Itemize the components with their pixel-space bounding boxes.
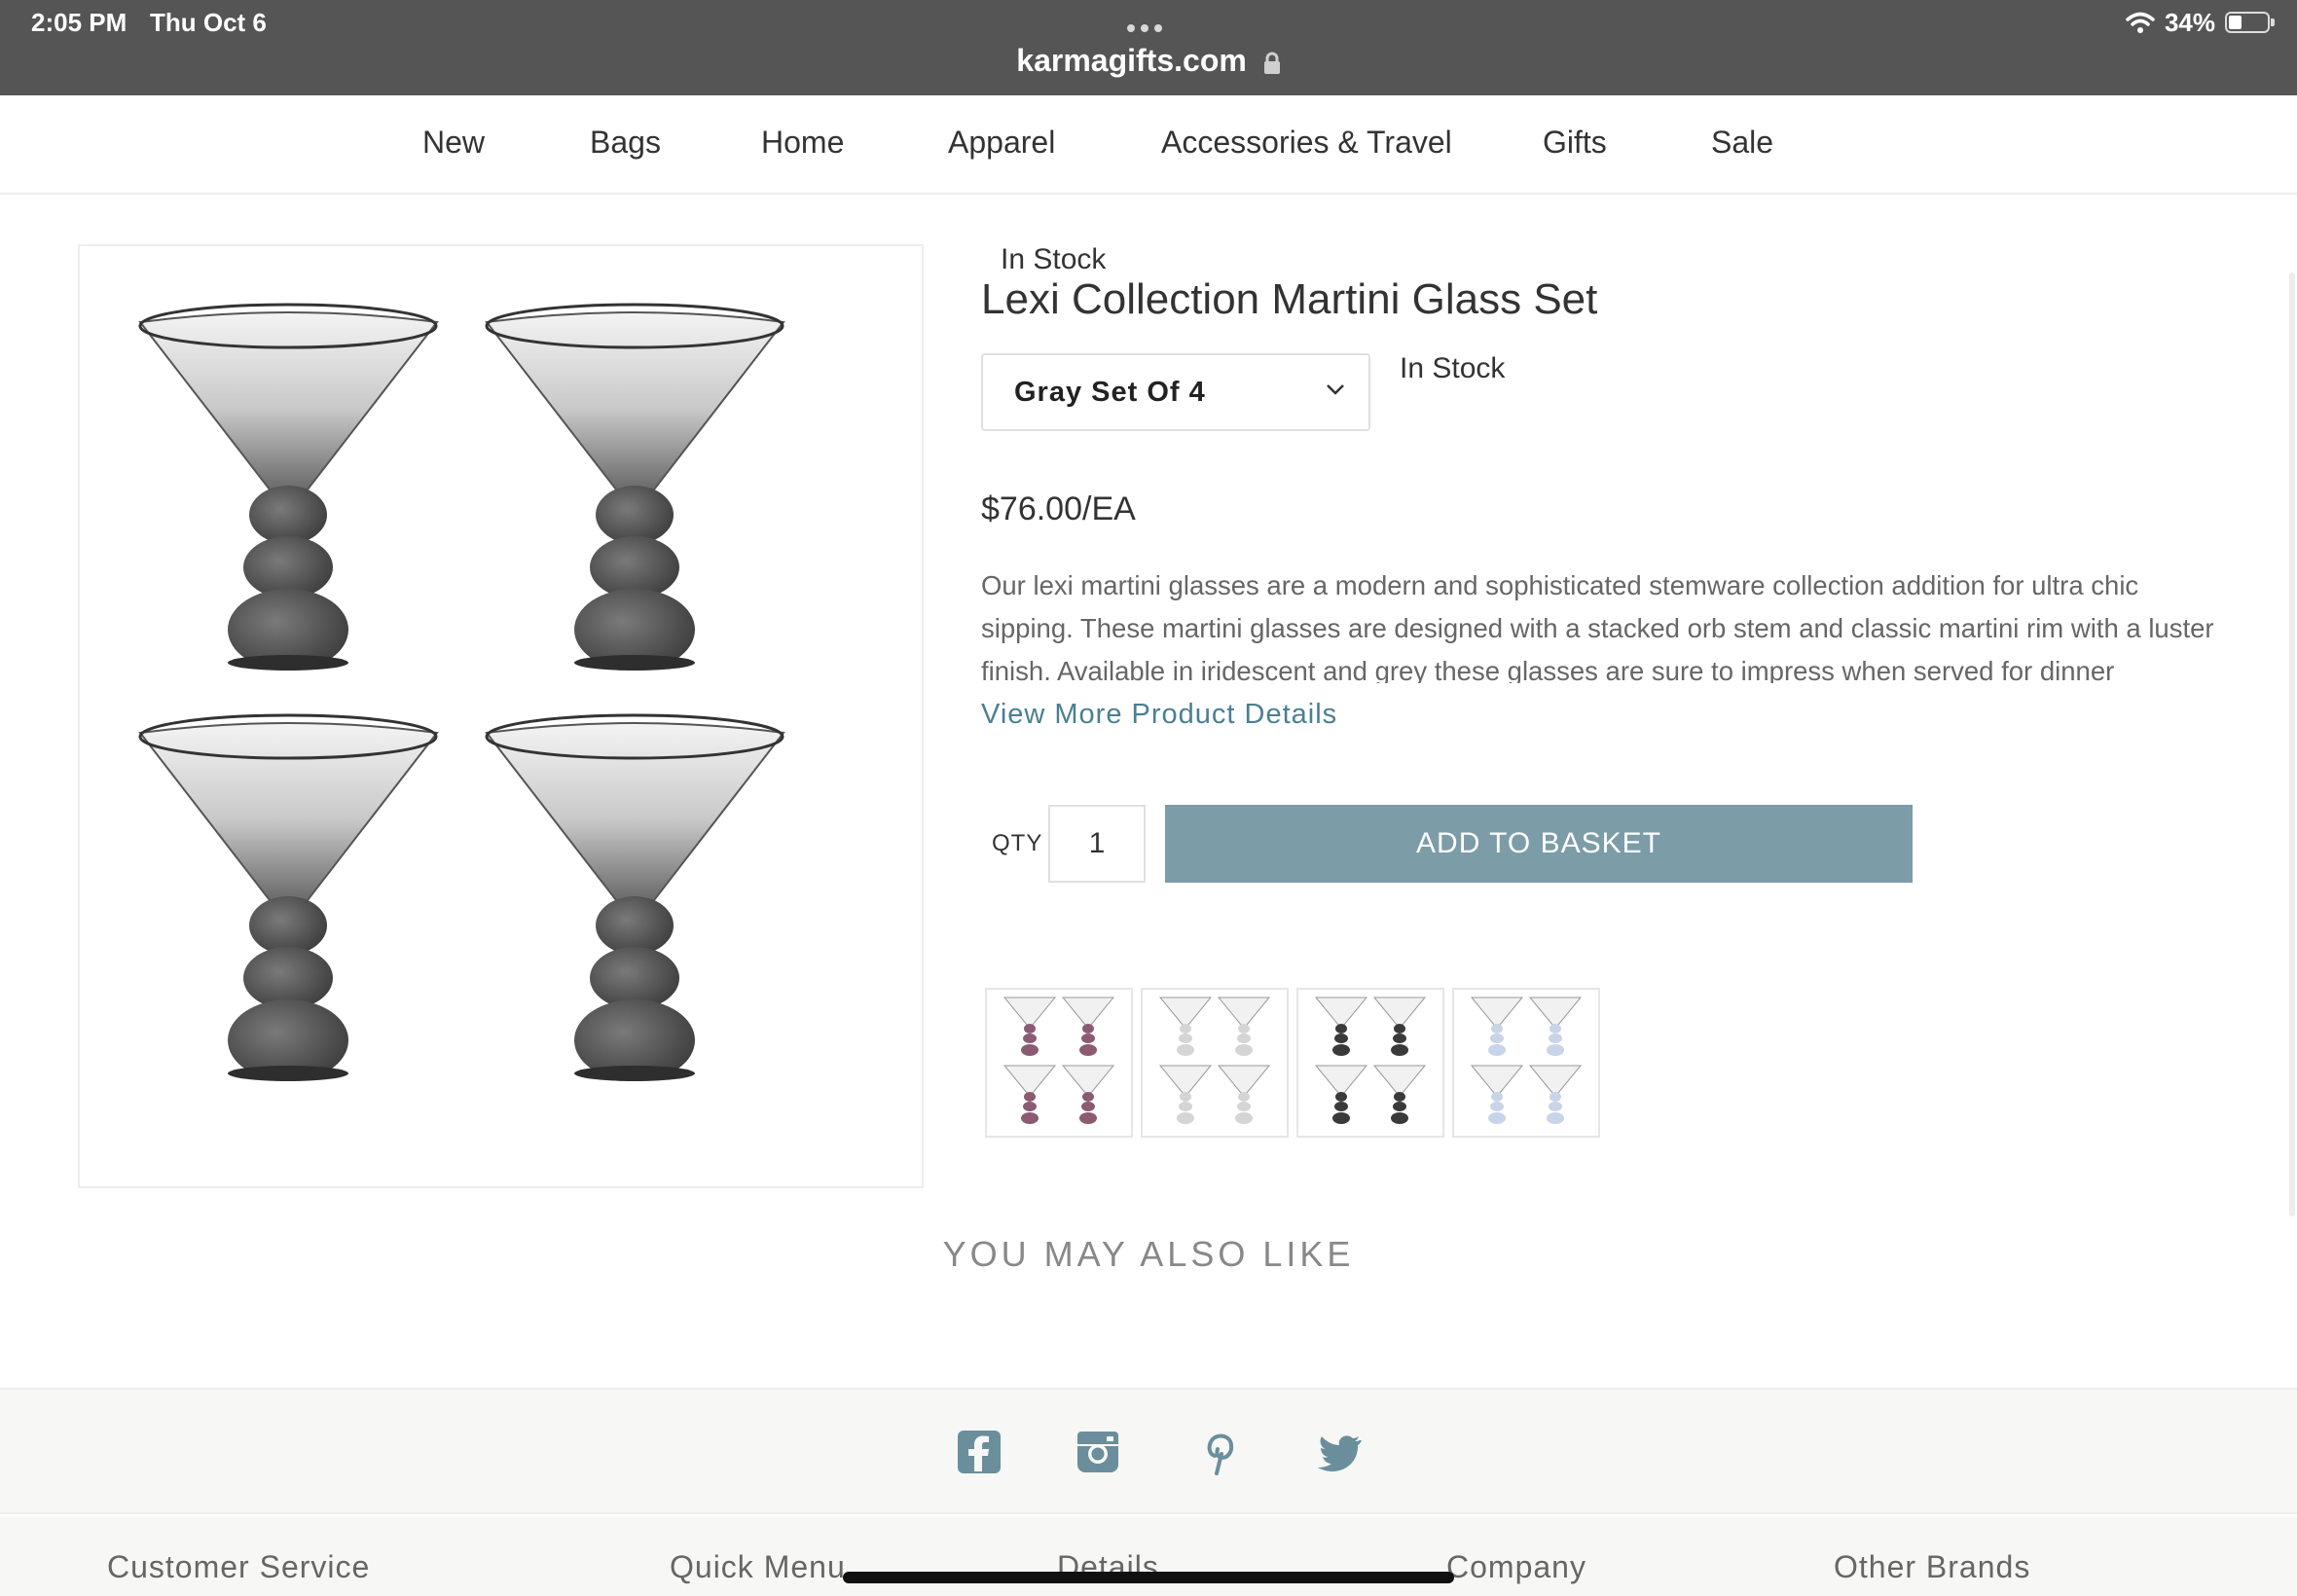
nav-item-bags[interactable]: Bags <box>590 125 661 161</box>
twitter-icon[interactable] <box>1316 1429 1363 1475</box>
footer-link-company[interactable]: Company <box>1446 1549 1586 1585</box>
nav-item-home[interactable]: Home <box>761 125 844 161</box>
chevron-down-icon <box>1327 384 1344 395</box>
nav-item-sale[interactable]: Sale <box>1711 125 1773 161</box>
product-title: Lexi Collection Martini Glass Set <box>981 275 1598 323</box>
multitasking-dots-icon[interactable] <box>1127 19 1170 32</box>
main-nav: New Bags Home Apparel Accessories & Trav… <box>0 95 2297 195</box>
lock-icon <box>1263 52 1280 74</box>
status-time: 2:05 PM <box>31 8 128 37</box>
footer-link-customer-service[interactable]: Customer Service <box>107 1549 370 1585</box>
stock-status: In Stock <box>1400 352 1506 384</box>
product-main-image[interactable] <box>78 244 924 1188</box>
page-scrollbar[interactable] <box>2289 272 2295 1216</box>
you-may-also-like-heading: YOU MAY ALSO LIKE <box>942 1234 1355 1274</box>
thumbnail-iridescent[interactable] <box>1452 988 1600 1138</box>
add-to-basket-button[interactable]: ADD TO BASKET <box>1165 805 1913 883</box>
martini-glasses-image <box>138 303 785 1083</box>
thumbnail-clear[interactable] <box>1141 988 1289 1138</box>
nav-item-accessories-travel[interactable]: Accessories & Travel <box>1161 125 1452 161</box>
url-text: karmagifts.com <box>1016 43 1247 78</box>
thumbnail-pink[interactable] <box>985 988 1133 1138</box>
product-price: $76.00/EA <box>981 490 1136 527</box>
home-indicator[interactable] <box>843 1572 1454 1583</box>
footer-links: Customer Service Quick Menu Details Comp… <box>0 1516 2297 1596</box>
qty-label: QTY <box>992 830 1043 856</box>
nav-item-apparel[interactable]: Apparel <box>948 125 1055 161</box>
status-right: 34% <box>2126 7 2275 37</box>
address-bar[interactable]: karmagifts.com <box>0 43 2297 79</box>
product-description: Our lexi martini glasses are a modern an… <box>981 570 2214 683</box>
nav-item-gifts[interactable]: Gifts <box>1543 125 1607 161</box>
wifi-icon <box>2126 12 2155 33</box>
variant-selected-value: Gray Set Of 4 <box>1014 377 1206 408</box>
footer-link-other-brands[interactable]: Other Brands <box>1834 1549 2030 1585</box>
facebook-icon[interactable] <box>956 1429 1003 1475</box>
stock-status-top: In Stock <box>1001 243 1107 275</box>
browser-status-bar: 2:05 PM Thu Oct 6 karmagifts.com 34% <box>0 0 2297 95</box>
pinterest-icon[interactable] <box>1195 1429 1242 1475</box>
nav-item-new[interactable]: New <box>422 125 485 161</box>
battery-icon <box>2225 12 2275 33</box>
footer-social-bar <box>0 1388 2297 1514</box>
status-date: Thu Oct 6 <box>150 8 267 37</box>
quantity-input[interactable]: 1 <box>1048 805 1146 883</box>
battery-percent: 34% <box>2164 7 2215 37</box>
footer-link-quick-menu[interactable]: Quick Menu <box>670 1549 846 1585</box>
thumbnail-gray[interactable] <box>1296 988 1444 1138</box>
instagram-icon[interactable] <box>1075 1429 1121 1475</box>
variant-select[interactable]: Gray Set Of 4 <box>981 353 1370 431</box>
view-more-details-link[interactable]: View More Product Details <box>981 699 1337 731</box>
